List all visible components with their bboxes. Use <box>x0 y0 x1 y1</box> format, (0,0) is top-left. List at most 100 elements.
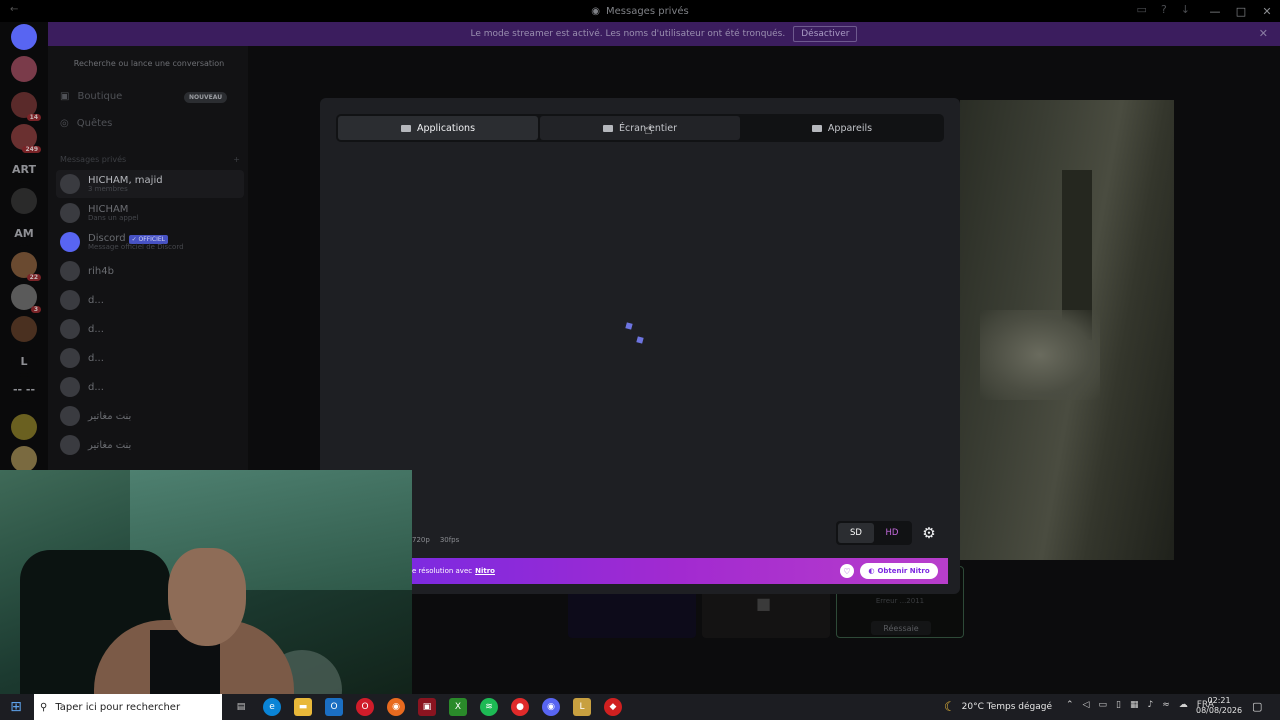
close-icon[interactable]: ✕ <box>1259 27 1268 40</box>
weather-widget[interactable]: ☾ 20°C Temps dégagé <box>944 694 1052 720</box>
app-tray-icon[interactable]: ▦ <box>1130 700 1139 710</box>
nitro-text: e résolution avec <box>412 567 473 575</box>
nav-quests-label: Quêtes <box>76 117 113 129</box>
xbox-icon[interactable]: X <box>449 698 467 716</box>
camera-preview <box>960 100 1174 560</box>
window-light-image <box>980 310 1100 400</box>
chevron-up-icon[interactable]: ⌃ <box>1066 700 1074 710</box>
game-app-icon[interactable]: ▣ <box>418 698 436 716</box>
taskbar-search[interactable]: ⚲ Taper ici pour rechercher <box>34 694 222 720</box>
dm-item[interactable]: Discord ✓ OFFICIEL Message officiel de Dis… <box>56 228 244 256</box>
battery-icon[interactable]: ▯ <box>1116 700 1121 710</box>
server-icon[interactable] <box>11 56 37 82</box>
window-title: Messages privés <box>606 5 689 17</box>
server-icon[interactable]: 14 <box>11 92 41 121</box>
help-icon[interactable]: ? <box>1161 3 1167 16</box>
nav-shop-label: Boutique <box>77 90 123 102</box>
server-icon[interactable]: 22 <box>11 252 41 281</box>
get-nitro-label: Obtenir Nitro <box>877 567 930 575</box>
window-title-group: ◉ Messages privés <box>591 6 688 17</box>
server-icon[interactable]: AM <box>11 220 37 246</box>
dm-item[interactable]: d... <box>56 344 244 372</box>
inbox-icon[interactable]: ▭ <box>1137 3 1147 16</box>
dm-text: d... <box>88 353 104 364</box>
nav-quests[interactable]: ◎ Quêtes <box>60 115 112 131</box>
dm-name: Discord ✓ OFFICIEL <box>88 233 184 244</box>
task-view-icon[interactable]: ▤ <box>232 698 250 716</box>
avatar <box>60 348 80 368</box>
avatar <box>60 377 80 397</box>
firefox-icon[interactable]: ◉ <box>387 698 405 716</box>
avatar <box>60 319 80 339</box>
cloud-icon[interactable]: ☁ <box>1179 700 1188 710</box>
dm-item[interactable]: d... <box>56 373 244 401</box>
tab-applications[interactable]: Applications <box>338 116 538 140</box>
server-icon[interactable] <box>11 316 37 342</box>
clock[interactable]: 02:21 08/08/2026 <box>1196 696 1242 717</box>
retry-button[interactable]: Réessaie <box>871 621 931 635</box>
minimize-button[interactable]: — <box>1202 5 1228 18</box>
riot-icon[interactable]: ◆ <box>604 698 622 716</box>
get-nitro-button[interactable]: ◐ Obtenir Nitro <box>860 563 938 579</box>
back-arrow-icon[interactable]: ← <box>10 4 18 15</box>
sd-button[interactable]: SD <box>838 523 874 543</box>
webcam-overlay <box>0 470 412 700</box>
volume-icon[interactable]: ◁ <box>1083 700 1090 710</box>
server-icon[interactable]: -- -- <box>11 376 37 402</box>
server-icon[interactable] <box>11 188 37 214</box>
clock-date: 08/08/2026 <box>1196 706 1243 716</box>
server-icon[interactable]: ART <box>11 156 37 182</box>
dm-item[interactable]: d... <box>56 315 244 343</box>
dm-name-text: HICHAM, majid <box>88 174 163 186</box>
gear-icon[interactable]: ⚙ <box>918 522 940 544</box>
outlook-icon[interactable]: O <box>325 698 343 716</box>
avatar <box>60 232 80 252</box>
server-icon[interactable]: L <box>11 348 37 374</box>
windows-start-icon[interactable]: ⊞ <box>0 699 32 715</box>
titlebar-tools: ▭ ? ↓ <box>1137 3 1190 16</box>
dm-item[interactable]: بنت مغاتير <box>56 402 244 430</box>
dm-item[interactable]: HICHAM Dans un appel <box>56 199 244 227</box>
nitro-link[interactable]: Nitro <box>475 567 495 575</box>
recorder-icon[interactable]: ● <box>511 698 529 716</box>
dm-text: بنت مغاتير <box>88 411 131 422</box>
opera-icon[interactable]: O <box>356 698 374 716</box>
league-icon[interactable]: L <box>573 698 591 716</box>
display-icon[interactable]: ▭ <box>1098 700 1107 710</box>
avatar <box>60 406 80 426</box>
dm-name: d... <box>88 353 104 364</box>
close-button[interactable]: ✕ <box>1254 5 1280 18</box>
disable-streamer-button[interactable]: Désactiver <box>793 26 858 42</box>
add-dm-button[interactable]: + <box>233 155 240 164</box>
nav-shop[interactable]: ▣ Boutique <box>60 88 122 104</box>
notification-icon[interactable]: ▢ <box>1252 700 1262 713</box>
spotify-icon[interactable]: ≋ <box>480 698 498 716</box>
edge-icon[interactable]: e <box>263 698 281 716</box>
dm-search-input[interactable]: Recherche ou lance une conversation <box>56 54 242 72</box>
network-icon[interactable]: ≈ <box>1162 700 1170 710</box>
dm-item[interactable]: بنت مغاتير <box>56 431 244 459</box>
dm-name-text: d... <box>88 352 104 364</box>
tab-applications-label: Applications <box>416 122 476 134</box>
server-icon[interactable] <box>11 414 37 440</box>
dm-item[interactable]: HICHAM, majid 3 membres <box>56 170 244 198</box>
hd-button[interactable]: HD <box>874 523 910 543</box>
heart-icon[interactable]: ♡ <box>840 564 854 578</box>
discord-icon[interactable]: ◉ <box>542 698 560 716</box>
file-explorer-icon[interactable]: ▬ <box>294 698 312 716</box>
download-icon[interactable]: ↓ <box>1181 3 1190 16</box>
dm-item[interactable]: rih4b <box>56 257 244 285</box>
dm-name: HICHAM <box>88 204 139 215</box>
tab-devices[interactable]: Appareils <box>742 116 942 140</box>
server-icon[interactable] <box>11 24 37 50</box>
error-message: Erreur ...2011 <box>875 597 925 605</box>
dm-item[interactable]: d... <box>56 286 244 314</box>
maximize-button[interactable]: □ <box>1228 5 1254 18</box>
tab-entire-screen[interactable]: Écran entier <box>540 116 740 140</box>
microphone-icon[interactable]: ♪ <box>1147 700 1153 710</box>
server-icon[interactable]: 249 <box>11 124 41 153</box>
dm-subtitle: Message officiel de Discord <box>88 242 184 251</box>
server-icon[interactable]: 3 <box>11 284 41 313</box>
dm-text: HICHAM Dans un appel <box>88 204 139 223</box>
server-icon[interactable] <box>11 446 37 472</box>
